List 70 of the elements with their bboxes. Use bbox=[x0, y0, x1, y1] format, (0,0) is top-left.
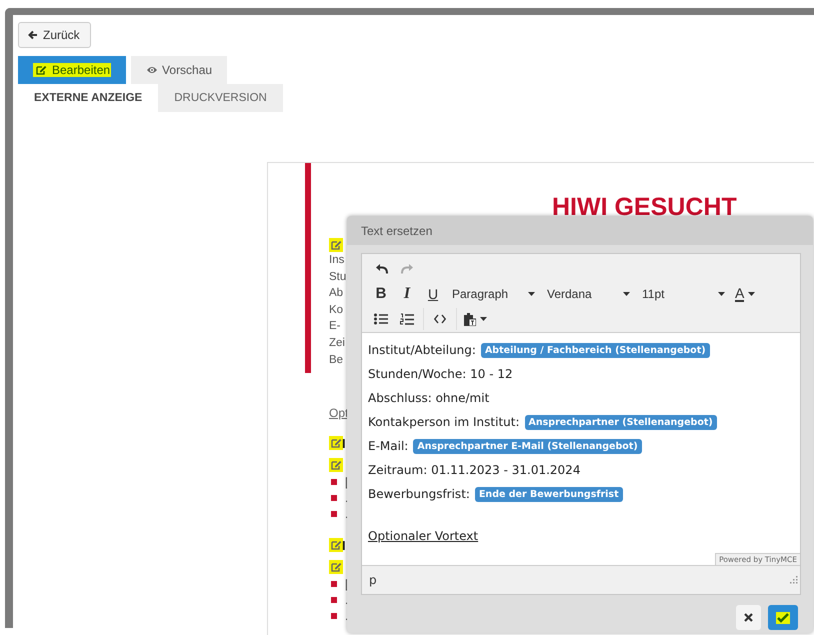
eye-icon bbox=[146, 65, 158, 75]
field-label: E-Mail: bbox=[368, 439, 408, 453]
font-family-dropdown[interactable]: Verdana bbox=[541, 282, 636, 306]
bullet-icon bbox=[331, 511, 337, 517]
list-item: . bbox=[345, 507, 348, 521]
field-label: Abschluss: ohne/mit bbox=[368, 391, 490, 405]
field-line: E- bbox=[329, 319, 340, 334]
undo-icon bbox=[374, 262, 388, 274]
caret-icon bbox=[480, 317, 487, 321]
numbered-list-icon bbox=[400, 312, 414, 326]
edit-icon[interactable] bbox=[329, 238, 343, 252]
bullet-icon bbox=[331, 495, 337, 501]
edit-icon[interactable] bbox=[329, 560, 343, 574]
confirm-button[interactable] bbox=[768, 605, 798, 630]
italic-button[interactable]: I bbox=[394, 282, 420, 306]
close-icon bbox=[744, 613, 753, 622]
bullet-list-icon bbox=[374, 313, 388, 325]
field-line: Zei bbox=[329, 336, 345, 351]
headline: HIWI GESUCHT bbox=[552, 194, 738, 220]
link[interactable]: Opt bbox=[329, 406, 348, 420]
list-item: . bbox=[345, 593, 348, 607]
placeholder-tag[interactable]: Abteilung / Fachbereich (Stellenangebot) bbox=[480, 342, 710, 358]
edit-icon[interactable] bbox=[329, 458, 343, 472]
caret-icon bbox=[718, 292, 725, 296]
dialog-title: Text ersetzen bbox=[361, 224, 432, 238]
placeholder-tag[interactable]: Ansprechpartner E-Mail (Stellenangebot) bbox=[413, 438, 642, 454]
edit-icon[interactable] bbox=[329, 538, 343, 552]
list-item: . bbox=[345, 609, 348, 623]
text-color-button[interactable]: A bbox=[731, 282, 760, 306]
section-heading: I bbox=[342, 436, 346, 450]
view-tab[interactable]: DRUCKVERSION bbox=[158, 84, 283, 112]
redo-icon bbox=[400, 262, 414, 274]
bullet-icon bbox=[331, 581, 337, 587]
edit-icon[interactable] bbox=[329, 436, 343, 450]
caret-icon bbox=[748, 292, 756, 296]
section-heading: I bbox=[342, 538, 346, 552]
cancel-button[interactable] bbox=[736, 605, 761, 630]
field-label: Bewerbungsfrist: bbox=[368, 487, 470, 501]
caret-icon bbox=[528, 292, 535, 296]
field-label: Zeitraum: 01.11.2023 - 31.01.2024 bbox=[368, 463, 580, 477]
block-format-dropdown[interactable]: Paragraph bbox=[446, 282, 541, 306]
field-line: Stu bbox=[329, 270, 346, 285]
caret-icon bbox=[623, 292, 630, 296]
list-item: . bbox=[345, 491, 348, 505]
arrow-left-icon bbox=[28, 30, 38, 40]
field-line: Ab bbox=[329, 286, 344, 302]
font-size-dropdown[interactable]: 11pt bbox=[636, 282, 731, 306]
mode-tab[interactable]: Vorschau bbox=[131, 56, 228, 84]
clipboard-icon bbox=[464, 312, 476, 326]
field-label: Kontakperson im Institut: bbox=[368, 415, 520, 429]
code-icon bbox=[434, 314, 446, 324]
bold-button[interactable]: B bbox=[368, 282, 394, 306]
edit-icon bbox=[34, 63, 48, 77]
mode-tab[interactable]: Bearbeiten bbox=[18, 56, 126, 84]
placeholder-tag[interactable]: Ende der Bewerbungsfrist bbox=[474, 486, 623, 502]
field-line: Ko bbox=[329, 302, 344, 318]
resize-handle-icon bbox=[790, 576, 798, 584]
bullet-icon bbox=[331, 479, 337, 485]
check-icon bbox=[776, 612, 790, 624]
bullet-icon bbox=[331, 597, 337, 603]
field-label: Stunden/Woche: 10 - 12 bbox=[368, 367, 513, 381]
field-line: Be bbox=[329, 352, 344, 368]
field-line: Ins bbox=[329, 253, 344, 268]
field-label: Institut/Abteilung: bbox=[368, 343, 476, 357]
link[interactable]: Optionaler Vortext bbox=[368, 529, 478, 543]
bullet-icon bbox=[331, 613, 337, 619]
underline-button[interactable]: U bbox=[420, 282, 446, 306]
element-path[interactable]: p bbox=[369, 573, 377, 587]
back-button[interactable]: Zurück bbox=[18, 22, 91, 48]
placeholder-tag[interactable]: Ansprechpartner (Stellenangebot) bbox=[524, 414, 717, 430]
